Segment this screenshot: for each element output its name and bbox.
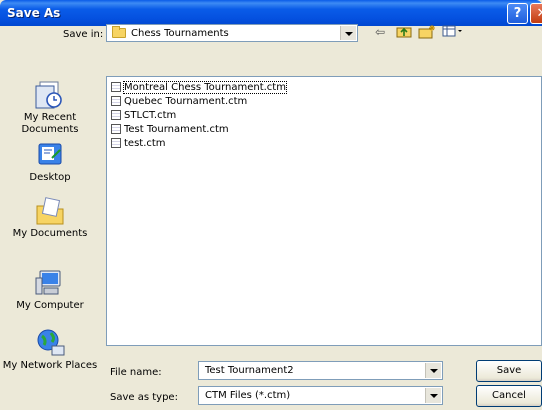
places-bar: My Recent Documents Desktop My Documents… [0, 72, 100, 402]
list-item[interactable]: test.ctm [111, 137, 166, 150]
place-my-computer[interactable]: My Computer [0, 268, 100, 312]
file-icon [111, 110, 121, 120]
back-arrow-icon[interactable]: ⇦ [375, 24, 385, 40]
list-item[interactable]: Montreal Chess Tournament.ctm [111, 81, 287, 94]
folder-icon [112, 26, 126, 38]
file-icon [111, 138, 121, 148]
new-folder-icon[interactable] [418, 24, 436, 40]
chevron-down-icon[interactable] [425, 363, 441, 378]
place-label: My Recent Documents [21, 112, 79, 135]
place-label: My Documents [12, 228, 88, 239]
desktop-icon [34, 140, 66, 170]
place-label: My Network Places [2, 360, 98, 371]
network-places-icon [34, 328, 66, 358]
place-label: My Computer [16, 300, 84, 311]
place-my-documents[interactable]: My Documents [0, 196, 100, 240]
file-icon [111, 124, 121, 134]
my-computer-icon [34, 268, 66, 298]
up-folder-icon[interactable] [396, 24, 412, 40]
cancel-button[interactable]: Cancel [476, 385, 542, 407]
save-button[interactable]: Save [476, 360, 542, 382]
file-name-value: Test Tournament2 [205, 365, 294, 376]
place-network-places[interactable]: My Network Places [0, 328, 100, 372]
help-button[interactable]: ? [507, 3, 528, 24]
save-type-label: Save as type: [110, 392, 178, 403]
chevron-down-icon[interactable] [340, 26, 356, 40]
file-icon [111, 82, 121, 92]
place-desktop[interactable]: Desktop [0, 140, 100, 184]
save-type-dropdown[interactable]: CTM Files (*.ctm) [198, 386, 443, 405]
views-menu-icon[interactable] [442, 24, 464, 40]
save-in-label: Save in: [63, 29, 104, 40]
save-in-dropdown[interactable]: Chess Tournaments [106, 24, 358, 42]
file-name-label: File name: [110, 367, 162, 378]
chevron-down-icon[interactable] [425, 388, 441, 403]
list-item[interactable]: Test Tournament.ctm [111, 123, 229, 136]
close-button[interactable]: ✕ [530, 3, 542, 24]
file-list[interactable]: Montreal Chess Tournament.ctm Quebec Tou… [106, 76, 542, 346]
recent-documents-icon [34, 80, 66, 110]
list-item[interactable]: STLCT.ctm [111, 109, 176, 122]
title-bar: Save As ? ✕ [0, 0, 542, 26]
my-documents-icon [34, 196, 66, 226]
save-as-dialog: Save As ? ✕ Save in: Chess Tournaments ⇦… [0, 0, 542, 410]
file-name-input[interactable]: Test Tournament2 [198, 361, 443, 380]
file-icon [111, 96, 121, 106]
place-recent-documents[interactable]: My Recent Documents [0, 80, 100, 136]
window-title: Save As [7, 6, 61, 20]
save-type-value: CTM Files (*.ctm) [205, 390, 291, 401]
place-label: Desktop [29, 172, 71, 183]
save-in-value: Chess Tournaments [131, 28, 229, 39]
list-item[interactable]: Quebec Tournament.ctm [111, 95, 247, 108]
